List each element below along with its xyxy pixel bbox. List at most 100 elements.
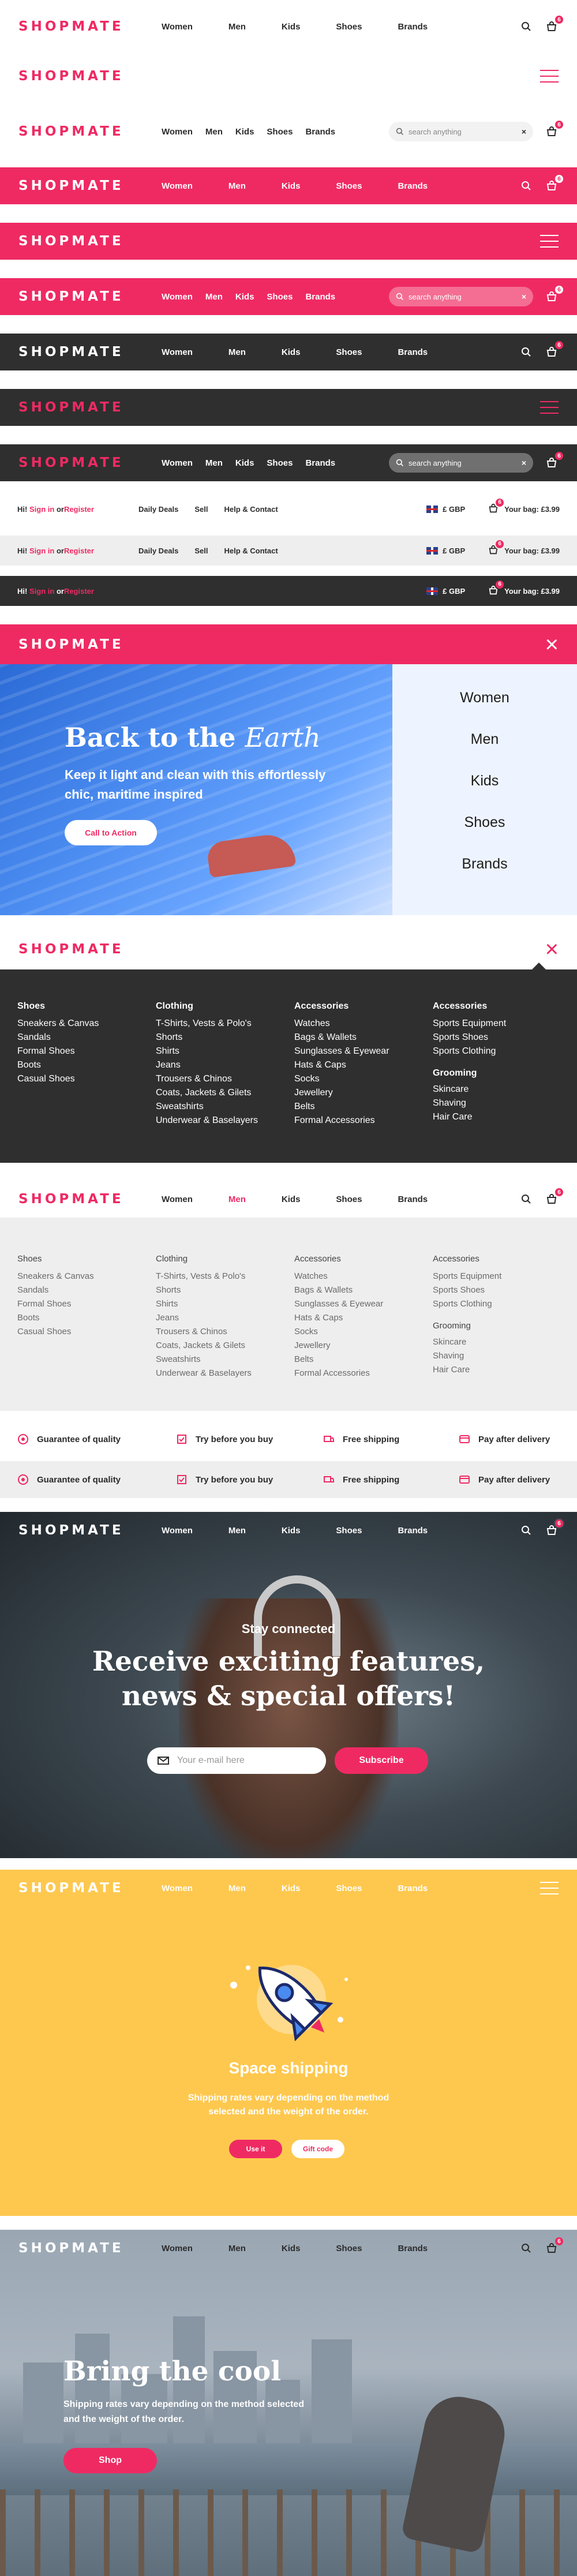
- nav-shoes[interactable]: Shoes: [267, 292, 293, 302]
- mega-link[interactable]: Formal Shoes: [17, 1297, 94, 1311]
- mega-link[interactable]: Sports Equipment: [433, 1017, 506, 1031]
- logo[interactable]: SHOPMATE: [18, 1881, 124, 1896]
- nav-brands[interactable]: Brands: [398, 2244, 428, 2253]
- nav-shoes[interactable]: Shoes: [336, 22, 362, 32]
- mega-link[interactable]: Watches: [294, 1017, 389, 1031]
- logo[interactable]: SHOPMATE: [18, 942, 124, 957]
- subscribe-button[interactable]: Subscribe: [335, 1747, 428, 1774]
- mega-link[interactable]: Skincare: [433, 1335, 501, 1349]
- nav-shoes[interactable]: Shoes: [336, 1526, 362, 1536]
- logo[interactable]: SHOPMATE: [18, 637, 124, 652]
- nav-women[interactable]: Women: [162, 458, 193, 468]
- nav-brands[interactable]: Brands: [398, 1526, 428, 1536]
- mega-link[interactable]: Sunglasses & Eyewear: [294, 1297, 383, 1311]
- mega-link[interactable]: Shirts: [156, 1044, 258, 1058]
- bag-icon[interactable]: 6: [488, 497, 505, 515]
- close-icon[interactable]: ×: [545, 938, 559, 961]
- register-link[interactable]: Register: [64, 546, 94, 555]
- mega-link[interactable]: Watches: [294, 1270, 383, 1283]
- logo[interactable]: SHOPMATE: [18, 124, 124, 139]
- search-icon[interactable]: [519, 1192, 533, 1206]
- nav-men[interactable]: Men: [228, 1195, 246, 1204]
- nav-shoes[interactable]: Shoes: [336, 347, 362, 357]
- use-it-button[interactable]: Use it: [229, 2140, 282, 2158]
- bag-icon[interactable]: 6: [488, 579, 505, 597]
- mega-link[interactable]: Jewellery: [294, 1339, 383, 1353]
- nav-men[interactable]: Men: [205, 292, 223, 302]
- cart-icon[interactable]: 6: [545, 284, 564, 304]
- side-menu-men[interactable]: Men: [392, 731, 577, 748]
- search-icon[interactable]: [519, 20, 533, 33]
- mega-link[interactable]: Underwear & Baselayers: [156, 1366, 252, 1380]
- mega-link[interactable]: T-Shirts, Vests & Polo's: [156, 1017, 258, 1031]
- close-icon[interactable]: ×: [545, 633, 559, 656]
- nav-shoes[interactable]: Shoes: [267, 458, 293, 468]
- help-contact-link[interactable]: Help & Contact: [224, 505, 278, 514]
- nav-kids[interactable]: Kids: [282, 347, 301, 357]
- mega-link[interactable]: Skincare: [433, 1083, 506, 1096]
- logo[interactable]: SHOPMATE: [18, 289, 124, 304]
- mega-link[interactable]: Formal Accessories: [294, 1114, 389, 1128]
- mega-link[interactable]: Sandals: [17, 1283, 94, 1297]
- mega-link[interactable]: Sports Clothing: [433, 1297, 501, 1311]
- cart-icon[interactable]: 6: [545, 1518, 564, 1537]
- nav-kids[interactable]: Kids: [282, 2244, 301, 2253]
- search-input[interactable]: search anything ×: [389, 287, 533, 306]
- hamburger-icon[interactable]: [540, 235, 559, 248]
- cart-icon[interactable]: 6: [545, 340, 564, 359]
- shop-button[interactable]: Shop: [63, 2448, 157, 2473]
- nav-women[interactable]: Women: [162, 1884, 193, 1893]
- clear-icon[interactable]: ×: [522, 292, 526, 301]
- mega-link[interactable]: Belts: [294, 1100, 389, 1114]
- search-icon[interactable]: [519, 179, 533, 193]
- hamburger-icon[interactable]: [540, 70, 559, 83]
- nav-brands[interactable]: Brands: [398, 1195, 428, 1204]
- cart-icon[interactable]: 6: [545, 451, 564, 470]
- nav-shoes[interactable]: Shoes: [336, 181, 362, 191]
- mega-link[interactable]: Hair Care: [433, 1363, 501, 1377]
- nav-men[interactable]: Men: [228, 1526, 246, 1536]
- uk-flag-icon[interactable]: [426, 546, 439, 555]
- clear-icon[interactable]: ×: [522, 127, 526, 136]
- mega-link[interactable]: Socks: [294, 1072, 389, 1086]
- side-menu-kids[interactable]: Kids: [392, 773, 577, 789]
- mega-link[interactable]: Sports Shoes: [433, 1283, 501, 1297]
- nav-men[interactable]: Men: [228, 22, 246, 32]
- mega-link[interactable]: Hats & Caps: [294, 1058, 389, 1072]
- search-input[interactable]: search anything ×: [389, 453, 533, 473]
- cart-icon[interactable]: 6: [545, 174, 564, 193]
- mega-link[interactable]: Sweatshirts: [156, 1353, 252, 1366]
- mega-link[interactable]: Casual Shoes: [17, 1072, 99, 1086]
- mega-link[interactable]: Sports Shoes: [433, 1031, 506, 1044]
- nav-kids[interactable]: Kids: [235, 458, 254, 468]
- nav-kids[interactable]: Kids: [235, 292, 254, 302]
- nav-men[interactable]: Men: [228, 347, 246, 357]
- hamburger-icon[interactable]: [540, 1882, 559, 1894]
- mega-link[interactable]: Sweatshirts: [156, 1100, 258, 1114]
- nav-brands[interactable]: Brands: [398, 1884, 428, 1893]
- mega-link[interactable]: Shorts: [156, 1031, 258, 1044]
- nav-women[interactable]: Women: [162, 1195, 193, 1204]
- daily-deals-link[interactable]: Daily Deals: [138, 505, 178, 514]
- call-to-action-button[interactable]: Call to Action: [65, 820, 157, 845]
- nav-brands[interactable]: Brands: [398, 22, 428, 32]
- mega-link[interactable]: Socks: [294, 1325, 383, 1339]
- mega-link[interactable]: Sunglasses & Eyewear: [294, 1044, 389, 1058]
- cart-icon[interactable]: 6: [545, 2236, 564, 2255]
- mega-link[interactable]: Casual Shoes: [17, 1325, 94, 1339]
- bag-total[interactable]: Your bag: £3.99: [504, 587, 560, 596]
- mega-link[interactable]: Bags & Wallets: [294, 1283, 383, 1297]
- mega-link[interactable]: Sneakers & Canvas: [17, 1017, 99, 1031]
- help-contact-link[interactable]: Help & Contact: [224, 546, 278, 555]
- mega-link[interactable]: Sandals: [17, 1031, 99, 1044]
- nav-brands[interactable]: Brands: [398, 181, 428, 191]
- search-icon[interactable]: [519, 2241, 533, 2255]
- mega-link[interactable]: Shaving: [433, 1096, 506, 1110]
- currency-selector[interactable]: £ GBP: [443, 546, 465, 555]
- nav-women[interactable]: Women: [162, 181, 193, 191]
- bag-total[interactable]: Your bag: £3.99: [504, 505, 560, 514]
- mega-link[interactable]: Coats, Jackets & Gilets: [156, 1086, 258, 1100]
- sign-in-link[interactable]: Sign in: [29, 546, 54, 555]
- search-input[interactable]: search anything ×: [389, 122, 533, 141]
- nav-kids[interactable]: Kids: [282, 22, 301, 32]
